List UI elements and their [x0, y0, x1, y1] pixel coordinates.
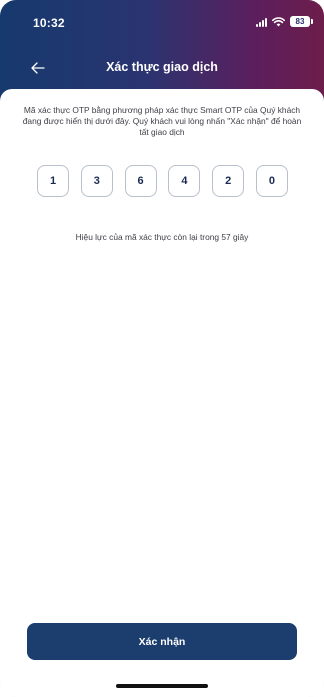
- page-title: Xác thực giao dịch: [106, 60, 218, 74]
- validity-countdown: Hiệu lực của mã xác thực còn lại trong 5…: [75, 232, 249, 242]
- main-content: Mã xác thực OTP bằng phương pháp xác thự…: [0, 89, 324, 697]
- otp-code: 1 3 6 4 2 0: [37, 165, 288, 199]
- battery-icon: 83: [290, 16, 313, 27]
- status-time: 10:32: [33, 16, 65, 30]
- status-bar: 10:32 83: [0, 14, 324, 34]
- signal-icon: [256, 17, 267, 27]
- status-icons: 83: [256, 16, 313, 27]
- otp-digit: 1: [37, 165, 69, 197]
- home-indicator[interactable]: [116, 684, 208, 688]
- otp-digit: 0: [255, 165, 288, 197]
- otp-instruction: Mã xác thực OTP bằng phương pháp xác thự…: [22, 105, 302, 137]
- otp-digit: 2: [212, 165, 245, 197]
- otp-digit: 3: [80, 165, 113, 197]
- otp-screen: 10:32 83 Xác thực giao dịch Mã xác thực …: [0, 0, 324, 697]
- wifi-icon: [272, 16, 285, 26]
- nav-bar: Xác thực giao dịch: [0, 54, 324, 82]
- confirm-button[interactable]: Xác nhận: [27, 623, 297, 660]
- otp-digit: 4: [168, 165, 201, 197]
- otp-digit: 6: [124, 165, 157, 197]
